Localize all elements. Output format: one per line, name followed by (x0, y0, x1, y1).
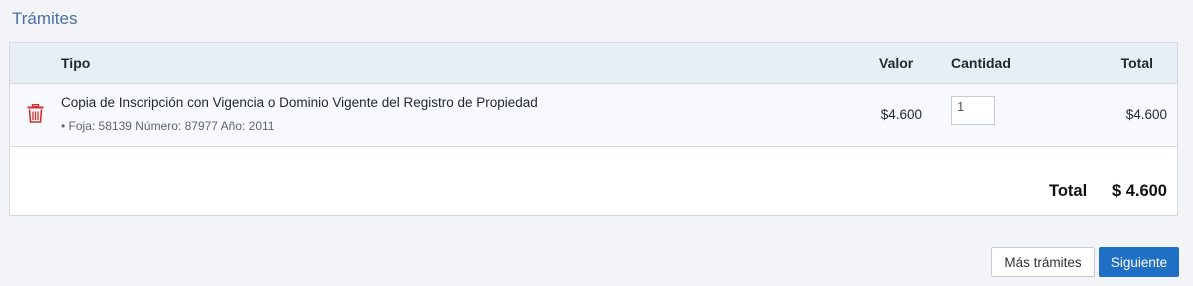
header-valor: Valor (879, 55, 914, 71)
item-valor: $4.600 (880, 107, 922, 122)
tramites-table: Tipo Valor Cantidad Total Copia de Inscr… (9, 42, 1178, 216)
item-total: $4.600 (1125, 107, 1167, 122)
section-title: Trámites (12, 9, 78, 28)
more-tramites-button[interactable]: Más trámites (991, 247, 1095, 277)
grand-total-value: $ 4.600 (1111, 182, 1167, 200)
table-row: Copia de Inscripción con Vigencia o Domi… (10, 84, 1177, 147)
grand-total-label: Total (1049, 182, 1088, 200)
header-total: Total (1120, 55, 1153, 71)
quantity-input[interactable] (951, 96, 995, 125)
header-cantidad: Cantidad (951, 55, 1011, 71)
item-title: Copia de Inscripción con Vigencia o Domi… (61, 95, 538, 110)
table-header: Tipo Valor Cantidad Total (10, 43, 1177, 84)
item-detail: • Foja: 58139 Número: 87977 Año: 2011 (61, 119, 275, 133)
next-button[interactable]: Siguiente (1099, 247, 1179, 277)
trash-icon[interactable] (27, 103, 44, 123)
header-tipo: Tipo (61, 55, 91, 71)
